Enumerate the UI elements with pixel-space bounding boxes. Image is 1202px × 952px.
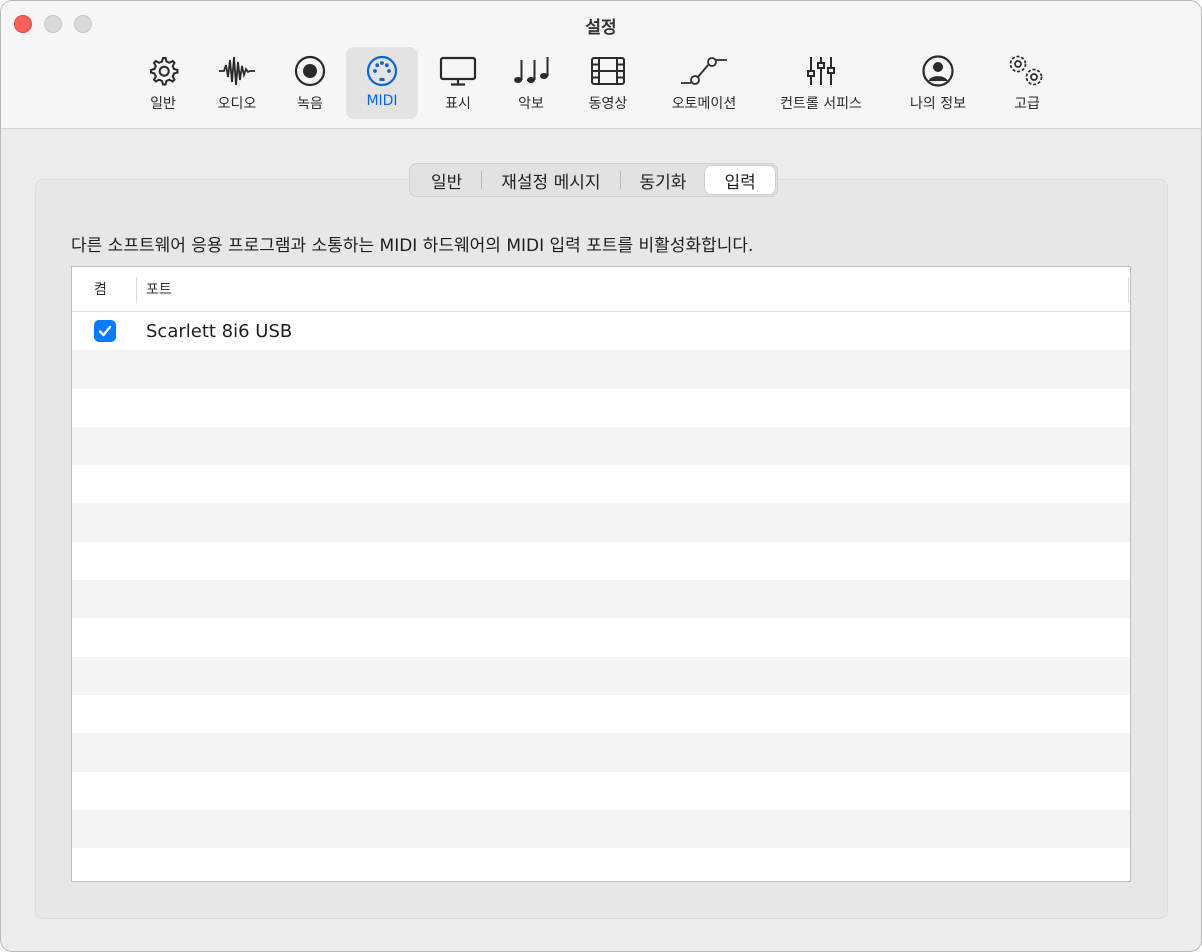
description-text: 다른 소프트웨어 응용 프로그램과 소통하는 MIDI 하드웨어의 MIDI 입… [71,236,754,256]
settings-window: 설정 일반 오디오 녹음 MIDI 표시 악보 동영상 오토메이션 컨트롤 서피… [0,0,1202,952]
table-row [72,772,1130,810]
tab-input[interactable]: 입력 [705,166,775,194]
toolbar-item-label: 표시 [445,96,471,112]
waveform-icon [217,53,257,89]
toolbar-item-advanced[interactable]: 고급 [1001,47,1053,119]
toolbar-item-label: MIDI [366,93,398,109]
toolbar-item-movie[interactable]: 동영상 [581,47,635,119]
toolbar-item-control-surfaces[interactable]: 컨트롤 서피스 [767,47,875,119]
toolbar-item-display[interactable]: 표시 [435,47,481,119]
tab-sync[interactable]: 동기화 [621,166,706,194]
column-header-port[interactable]: 포트 [136,279,172,299]
toolbar-item-label: 나의 정보 [910,96,966,112]
midi-input-ports-table: 켬 포트 Scarlett 8i6 USB [71,266,1131,882]
table-row [72,848,1130,881]
table-row [72,733,1130,772]
toolbar-item-label: 오디오 [217,96,257,112]
table-row [72,503,1130,542]
toolbar-item-audio[interactable]: 오디오 [207,47,267,119]
toolbar-item-label: 동영상 [588,96,628,112]
music-notes-icon [511,53,551,89]
toolbar-item-midi[interactable]: MIDI [346,47,418,119]
tab-reset-messages[interactable]: 재설정 메시지 [482,166,619,194]
table-row [72,465,1130,503]
tab-general[interactable]: 일반 [412,166,481,194]
automation-curve-icon [678,53,730,89]
toolbar-item-score[interactable]: 악보 [508,47,554,119]
table-body: Scarlett 8i6 USB [72,312,1130,881]
segmented-tabs: 일반 재설정 메시지 동기화 입력 [409,163,778,197]
toolbar-item-label: 컨트롤 서피스 [780,96,862,112]
window-title: 설정 [585,18,617,38]
port-enabled-checkbox[interactable] [94,320,116,343]
table-row [72,542,1130,580]
toolbar-item-my-info[interactable]: 나의 정보 [899,47,977,119]
checkmark-icon [98,325,112,337]
table-row [72,656,1130,695]
sliders-icon [803,53,839,89]
toolbar-item-automation[interactable]: 오토메이션 [657,47,751,119]
table-row [72,809,1130,849]
toolbar-item-label: 일반 [150,96,176,112]
toolbar-item-label: 고급 [1014,96,1040,112]
toolbar-item-label: 오토메이션 [671,96,737,112]
gears-icon [1004,53,1050,89]
table-row [72,618,1130,656]
toolbar: 설정 일반 오디오 녹음 MIDI 표시 악보 동영상 오토메이션 컨트롤 서피… [1,1,1201,129]
column-separator [1128,277,1129,303]
toolbar-item-label: 녹음 [297,96,323,112]
table-row [72,389,1130,427]
gear-icon [146,53,180,89]
toolbar-item-label: 악보 [518,96,544,112]
table-row [72,580,1130,619]
record-icon [293,53,327,89]
table-row [72,350,1130,389]
table-header: 켬 포트 [72,267,1130,312]
film-icon [588,53,628,89]
table-row[interactable]: Scarlett 8i6 USB [72,312,1130,350]
port-name: Scarlett 8i6 USB [146,320,293,342]
column-header-on[interactable]: 켬 [72,279,136,299]
table-row [72,426,1130,466]
table-row [72,695,1130,733]
display-icon [438,53,478,89]
midi-connector-icon [365,53,399,89]
toolbar-item-record[interactable]: 녹음 [287,47,333,119]
toolbar-item-general[interactable]: 일반 [139,47,187,119]
person-circle-icon [921,53,955,89]
column-separator [136,277,137,303]
